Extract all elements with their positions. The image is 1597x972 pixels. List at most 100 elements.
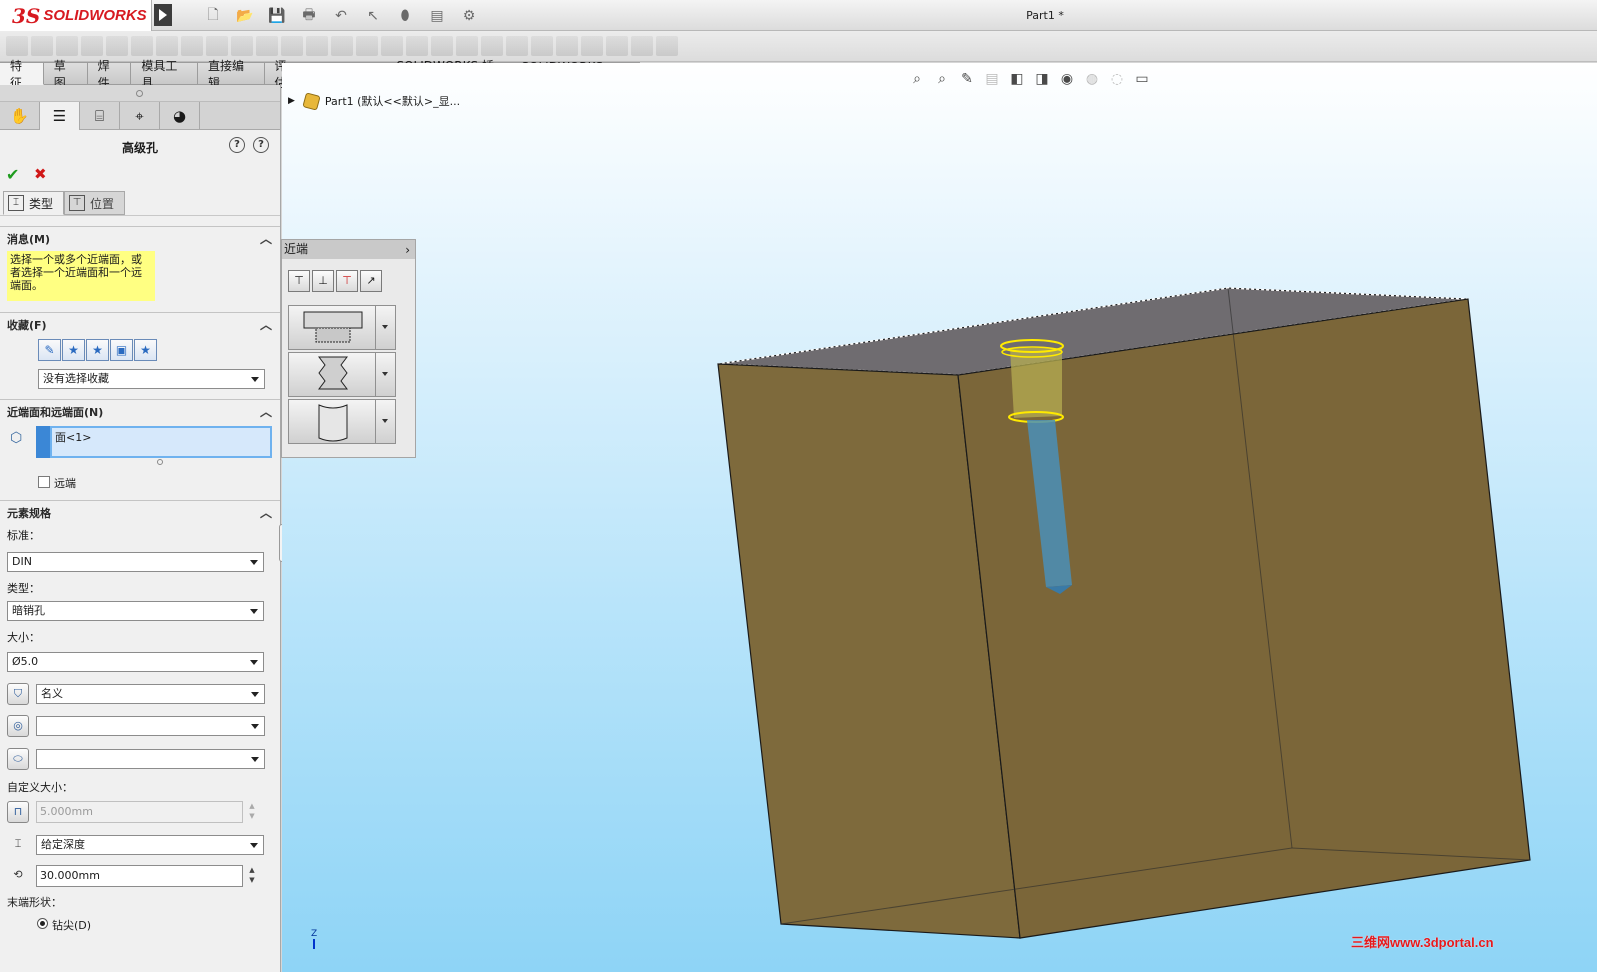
flyout-expand-icon[interactable]: › — [405, 241, 410, 260]
graphics-area[interactable]: ▶ Part1 (默认<<默认>_显... ⌕ ⌕ ✎ ▤ ◧ ◨ ◉ ◍ ◌ ▭ Z 三维网ww… — [282, 63, 1597, 972]
load-favorite-icon[interactable]: ★ — [134, 339, 157, 361]
cancel-button[interactable]: ✖ — [34, 165, 47, 183]
delete-favorite-icon[interactable]: ★ — [86, 339, 109, 361]
add-favorite-icon[interactable]: ★ — [62, 339, 85, 361]
display-manager-icon[interactable]: ◕ — [160, 102, 200, 130]
far-side-checkbox[interactable] — [38, 476, 50, 488]
view-orientation-icon[interactable]: ◧ — [1007, 69, 1027, 89]
display-style-icon[interactable]: ◨ — [1032, 69, 1052, 89]
command-tab[interactable]: 焊件 — [87, 59, 132, 90]
feature-command-icon[interactable] — [281, 36, 303, 56]
size-select[interactable]: Ø5.0 — [7, 652, 264, 672]
favorite-select[interactable]: 没有选择收藏 — [38, 369, 265, 389]
feature-command-icon[interactable] — [456, 36, 478, 56]
feature-command-icon[interactable] — [556, 36, 578, 56]
solidworks-logo[interactable]: 3S SOLIDWORKS — [0, 0, 152, 31]
tolerance-select[interactable] — [36, 716, 265, 736]
feature-command-icon[interactable] — [481, 36, 503, 56]
feature-command-icon[interactable] — [31, 36, 53, 56]
feature-command-icon[interactable] — [6, 36, 28, 56]
feature-command-icon[interactable] — [606, 36, 628, 56]
end-condition-select[interactable]: 给定深度 — [36, 835, 264, 855]
straight-hole-element-button[interactable] — [288, 399, 396, 444]
whats-wrong-icon[interactable]: ? — [229, 137, 245, 153]
apply-scene-icon[interactable]: ◌ — [1107, 69, 1127, 89]
depth-spinner[interactable]: ▲ ▼ — [245, 865, 259, 887]
faces-header[interactable]: 近端面和远端面(N) ︿ — [0, 400, 280, 424]
feature-command-icon[interactable] — [356, 36, 378, 56]
feature-command-icon[interactable] — [106, 36, 128, 56]
flyout-header[interactable]: 近端 › — [282, 240, 415, 259]
apply-defaults-icon[interactable]: ✎ — [38, 339, 61, 361]
edit-appearance-icon[interactable]: ◍ — [1082, 69, 1102, 89]
feature-command-icon[interactable] — [581, 36, 603, 56]
feature-command-icon[interactable] — [406, 36, 428, 56]
face-selection-box[interactable]: 面<1> — [50, 426, 272, 458]
feature-command-icon[interactable] — [506, 36, 528, 56]
dimxpert-manager-icon[interactable]: ⌖ — [120, 102, 160, 130]
collapse-chevron-icon[interactable]: ︿ — [260, 504, 272, 521]
print-icon[interactable]: 🖶 — [296, 5, 322, 27]
open-icon[interactable]: 📂 — [232, 5, 258, 27]
feature-command-icon[interactable] — [331, 36, 353, 56]
counterbore-dropdown[interactable] — [375, 306, 395, 349]
feature-command-icon[interactable] — [256, 36, 278, 56]
ok-button[interactable]: ✔ — [6, 165, 19, 184]
previous-view-icon[interactable]: ✎ — [957, 69, 977, 89]
zoom-to-fit-icon[interactable]: ⌕ — [907, 69, 927, 89]
delete-element-icon[interactable]: ⊤ — [336, 270, 358, 292]
menu-expand-button[interactable] — [154, 4, 172, 26]
selection-box-resize-handle[interactable] — [157, 459, 163, 465]
section-view-icon[interactable]: ▤ — [982, 69, 1002, 89]
collapse-chevron-icon[interactable]: ︿ — [260, 403, 272, 420]
custom-diameter-input[interactable]: 5.000mm — [36, 801, 243, 823]
feature-command-icon[interactable] — [631, 36, 653, 56]
rebuild-icon[interactable]: ⬮ — [392, 5, 418, 27]
command-tab[interactable]: 特征 — [0, 59, 44, 90]
feature-command-icon[interactable] — [306, 36, 328, 56]
counterbore-element-button[interactable] — [288, 305, 396, 350]
tab-position[interactable]: ⊤ 位置 — [64, 191, 126, 215]
depth-input[interactable]: 30.000mm — [36, 865, 243, 887]
command-tab[interactable]: 模具工具 — [131, 59, 198, 90]
undo-icon[interactable]: ↶ — [328, 5, 354, 27]
tab-type[interactable]: ⌶ 类型 — [3, 191, 65, 215]
feature-command-icon[interactable] — [56, 36, 78, 56]
select-icon[interactable]: ↖ — [360, 5, 386, 27]
straight-hole-dropdown[interactable] — [375, 400, 395, 443]
zoom-area-icon[interactable]: ⌕ — [932, 69, 952, 89]
type-select[interactable]: 暗销孔 — [7, 601, 264, 621]
save-icon[interactable]: 💾 — [264, 5, 290, 27]
insert-element-icon[interactable]: ⊥ — [312, 270, 334, 292]
feature-command-icon[interactable] — [181, 36, 203, 56]
options-gear-icon[interactable]: ⚙ — [456, 5, 482, 27]
new-document-icon[interactable]: 🗋 — [200, 5, 226, 27]
standard-select[interactable]: DIN — [7, 552, 264, 572]
save-favorite-icon[interactable]: ▣ — [110, 339, 133, 361]
feature-command-icon[interactable] — [381, 36, 403, 56]
feature-command-icon[interactable] — [206, 36, 228, 56]
file-properties-icon[interactable]: ▤ — [424, 5, 450, 27]
view-settings-icon[interactable]: ▭ — [1132, 69, 1152, 89]
model-scene[interactable] — [282, 63, 1597, 972]
custom-diameter-spinner[interactable]: ▲ ▼ — [245, 801, 259, 823]
feature-command-icon[interactable] — [156, 36, 178, 56]
feature-command-icon[interactable] — [431, 36, 453, 56]
feature-tree-icon[interactable]: ☰ — [40, 102, 80, 130]
part-root-label[interactable]: Part1 (默认<<默认>_显... — [325, 93, 460, 109]
feature-tree-flyout[interactable]: ▶ Part1 (默认<<默认>_显... — [288, 91, 460, 111]
thread-dropdown[interactable] — [375, 353, 395, 396]
precision-select[interactable] — [36, 749, 265, 769]
hide-show-icon[interactable]: ◉ — [1057, 69, 1077, 89]
element-spec-header[interactable]: 元素规格 ︿ — [0, 501, 280, 525]
fit-select[interactable]: 名义 — [36, 684, 265, 704]
collapse-chevron-icon[interactable]: ︿ — [260, 230, 272, 247]
drill-point-radio[interactable] — [37, 918, 48, 929]
panel-splitter[interactable] — [0, 85, 280, 102]
feature-command-icon[interactable] — [81, 36, 103, 56]
command-tab[interactable]: 草图 — [43, 59, 88, 90]
collapse-chevron-icon[interactable]: ︿ — [260, 316, 272, 333]
command-tab[interactable]: 直接编辑 — [197, 59, 265, 90]
flip-direction-icon[interactable]: ↗ — [360, 270, 382, 292]
feature-command-icon[interactable] — [531, 36, 553, 56]
